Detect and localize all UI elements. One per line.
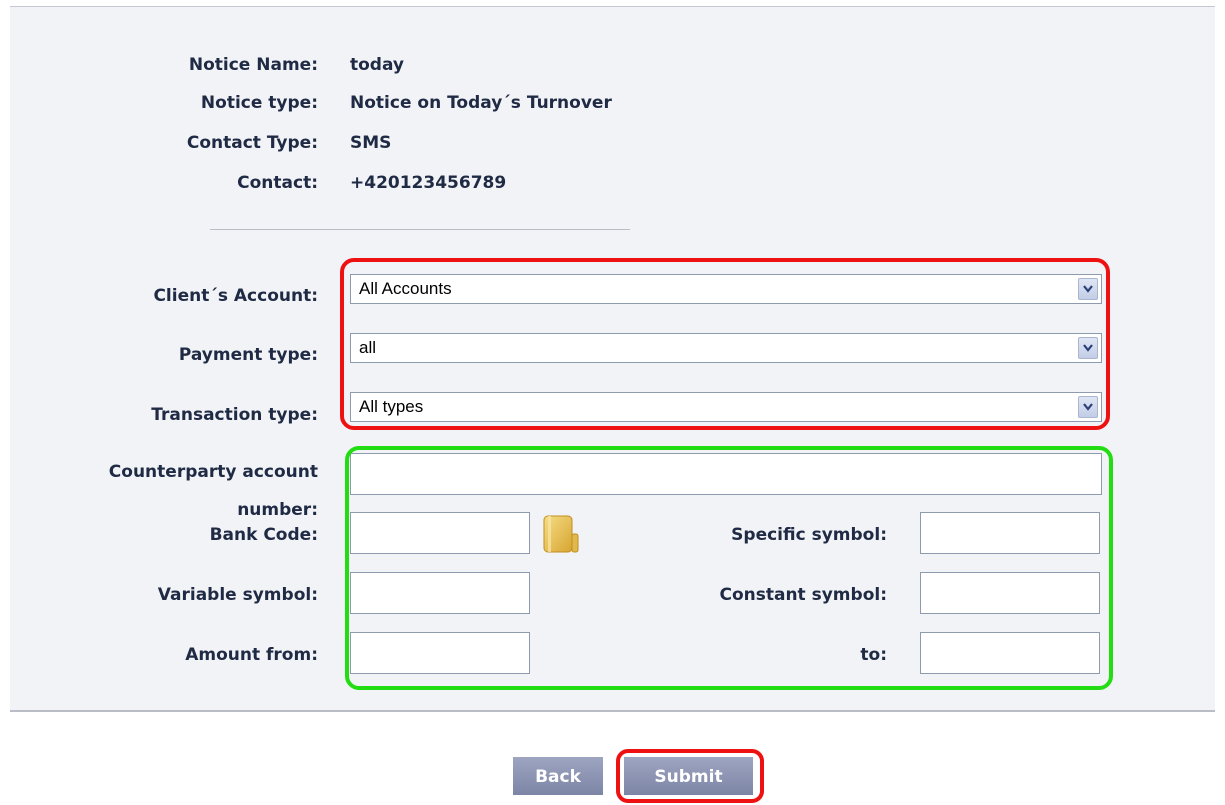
counterparty-label-line2: number: xyxy=(237,500,318,520)
dropdown-group-highlight xyxy=(340,258,1110,430)
submit-highlight xyxy=(616,749,764,803)
client-account-label: Client´s Account: xyxy=(153,286,318,306)
section-divider xyxy=(210,229,630,230)
notice-name-value: today xyxy=(350,55,405,75)
contact-type-value: SMS xyxy=(350,133,392,153)
bank-code-label: Bank Code: xyxy=(209,525,318,545)
variable-symbol-label: Variable symbol: xyxy=(157,585,318,605)
notice-type-value: Notice on Today´s Turnover xyxy=(350,93,612,113)
bottom-rule xyxy=(10,710,1215,712)
notice-type-label: Notice type: xyxy=(200,93,318,113)
counterparty-label-line1: Counterparty account xyxy=(108,462,318,482)
contact-label: Contact: xyxy=(237,173,318,193)
amount-from-label: Amount from: xyxy=(185,645,318,665)
contact-type-label: Contact Type: xyxy=(186,133,318,153)
transaction-type-label: Transaction type: xyxy=(151,405,318,425)
input-group-highlight xyxy=(345,446,1113,690)
contact-value: +420123456789 xyxy=(350,173,507,193)
payment-type-label: Payment type: xyxy=(178,345,318,365)
notice-name-label: Notice Name: xyxy=(188,55,318,75)
back-button[interactable]: Back xyxy=(513,757,603,795)
